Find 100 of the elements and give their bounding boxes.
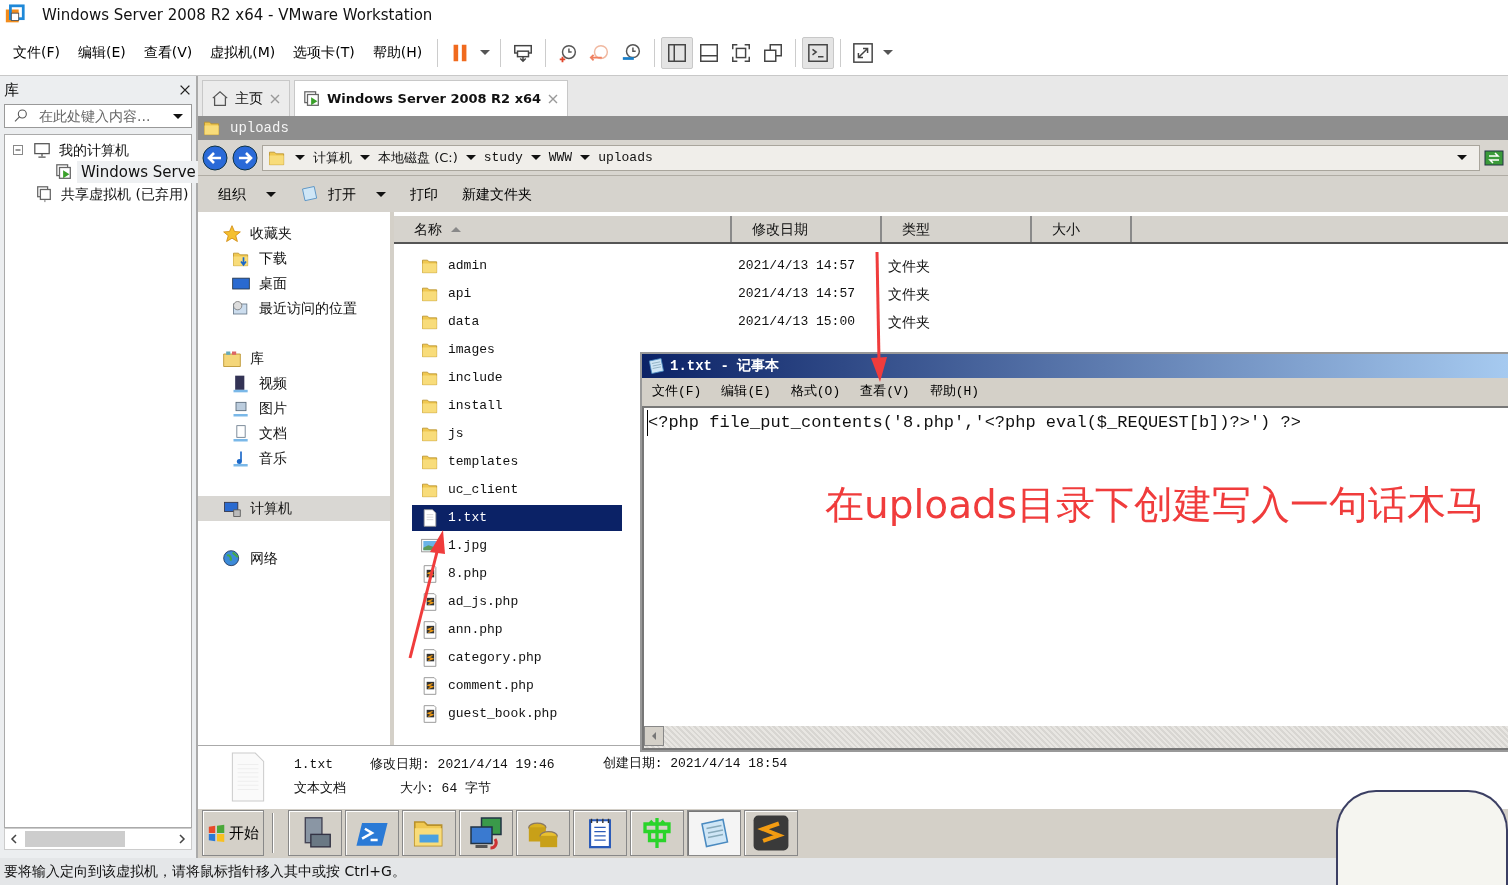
menu-item[interactable]: 编辑(E) xyxy=(711,382,781,402)
nav-item[interactable]: 视频 xyxy=(198,371,390,396)
menu-item[interactable]: 文件(F) xyxy=(642,382,712,402)
close-icon xyxy=(547,92,560,105)
nav-item[interactable]: 桌面 xyxy=(198,271,390,296)
file-item[interactable]: 1.txt xyxy=(412,505,622,531)
file-size: 大小: 64 字节 xyxy=(400,779,492,798)
file-item[interactable]: category.php xyxy=(412,645,622,671)
menu-item[interactable]: 文件(F) xyxy=(4,42,69,63)
status-text: 要将输入定向到该虚拟机，请将鼠标指针移入其中或按 Ctrl+G。 xyxy=(4,862,406,881)
sidebar-layout-icon xyxy=(666,41,689,64)
notepad-icon xyxy=(300,184,320,204)
file-item[interactable]: uc_client xyxy=(412,477,622,503)
file-item[interactable]: comment.php xyxy=(412,673,622,699)
column-heading[interactable]: 类型 xyxy=(882,216,1032,242)
file-name: 1.txt xyxy=(294,756,334,774)
scrollbar[interactable] xyxy=(644,726,1508,748)
nav-item[interactable]: 网络 xyxy=(198,546,390,571)
caret-icon xyxy=(360,155,370,160)
home-icon xyxy=(211,89,229,108)
monitor-icon xyxy=(33,141,51,159)
nav-item[interactable]: 收藏夹 xyxy=(198,221,390,246)
nav-item[interactable]: 文档 xyxy=(198,421,390,446)
taskbar-app[interactable] xyxy=(288,810,342,856)
scrollbar-thumb[interactable] xyxy=(25,831,125,847)
column-heading[interactable]: 名称 xyxy=(394,216,732,242)
caret-icon[interactable] xyxy=(480,50,491,55)
file-item[interactable]: install xyxy=(412,393,622,419)
table-cell-text: 2021/4/13 14:57 xyxy=(738,285,857,304)
chevron-right-icon xyxy=(177,833,187,845)
globe-icon xyxy=(222,548,242,569)
menu-item[interactable]: 编辑(E) xyxy=(69,42,135,63)
command-button[interactable]: 打印 xyxy=(398,183,450,205)
column-heading[interactable]: 修改日期 xyxy=(732,216,882,242)
caret-icon xyxy=(465,155,476,160)
breadcrumb-item[interactable]: uploads xyxy=(598,147,653,168)
file-item[interactable]: 8.php xyxy=(412,561,622,587)
file-item[interactable]: api xyxy=(412,281,622,307)
nav-item[interactable]: 最近访问的位置 xyxy=(198,296,390,321)
created-date: 创建日期: 2021/4/14 18:54 xyxy=(602,755,788,773)
breadcrumb-item[interactable]: study xyxy=(483,147,523,168)
tab[interactable]: Windows Server 2008 R2 x64 xyxy=(294,80,569,116)
tree-item[interactable]: Windows Serve xyxy=(77,161,200,183)
menu-item[interactable]: 查看(V) xyxy=(850,382,920,402)
menu-item[interactable]: 选项卡(T) xyxy=(284,42,364,63)
taskbar-app[interactable] xyxy=(459,810,513,856)
tree-item[interactable]: 我的计算机 xyxy=(55,139,133,161)
toolbar-button[interactable] xyxy=(661,36,694,69)
breadcrumb-item[interactable]: WWW xyxy=(548,147,573,168)
caret-icon[interactable] xyxy=(883,50,894,55)
tab[interactable]: 主页 xyxy=(202,80,290,116)
file-item[interactable]: ann.php xyxy=(412,617,622,643)
taskbar-app[interactable] xyxy=(573,810,627,856)
scrollbar[interactable] xyxy=(4,828,192,850)
menu-item[interactable]: 格式(O) xyxy=(780,382,851,402)
table-cell-text: 2021/4/13 14:57 xyxy=(738,257,857,276)
fullscreen-icon xyxy=(730,41,753,64)
nav-item[interactable]: 图片 xyxy=(198,396,390,421)
collapse-icon[interactable] xyxy=(13,145,23,155)
menu-item[interactable]: 查看(V) xyxy=(134,42,202,63)
command-button[interactable]: 组织 xyxy=(206,183,288,205)
file-type: 文本文档 xyxy=(294,779,346,798)
start-button[interactable]: 开始 xyxy=(202,810,264,856)
file-item[interactable]: images xyxy=(412,337,622,363)
nav-item[interactable]: 下载 xyxy=(198,246,390,271)
caret-icon xyxy=(295,155,305,160)
file-item[interactable]: templates xyxy=(412,449,622,475)
menu-item[interactable]: 虚拟机(M) xyxy=(201,42,285,63)
notepad-icon xyxy=(646,356,666,376)
file-item[interactable]: admin xyxy=(412,253,622,279)
menu-item[interactable]: 帮助(H) xyxy=(363,42,432,63)
search-field[interactable]: 在此处键入内容... xyxy=(4,104,192,128)
file-item[interactable]: guest_book.php xyxy=(412,701,622,727)
film-icon xyxy=(231,373,251,394)
column-heading[interactable]: 大小 xyxy=(1032,216,1132,242)
command-button[interactable]: 打开 xyxy=(288,183,398,205)
tree-item[interactable]: 共享虚拟机 (已弃用) xyxy=(57,183,193,205)
tab-label: 主页 xyxy=(235,89,263,108)
caret-icon xyxy=(1457,155,1467,160)
refresh-icon xyxy=(1484,147,1504,168)
nav-item[interactable]: 音乐 xyxy=(198,446,390,471)
back-icon xyxy=(202,144,228,171)
file-item[interactable]: ad_js.php xyxy=(412,589,622,615)
shared-vm-icon xyxy=(35,185,53,203)
menu-item[interactable]: 帮助(H) xyxy=(919,382,990,402)
close-icon[interactable] xyxy=(178,83,192,97)
breadcrumb-item[interactable]: 计算机 xyxy=(313,147,352,168)
file-item[interactable]: js xyxy=(412,421,622,447)
toolbar-button[interactable] xyxy=(802,36,835,69)
address-field[interactable]: 计算机 本地磁盘 (C:) study WWW uploads xyxy=(262,144,1480,171)
caret-icon xyxy=(530,155,541,160)
nav-item[interactable]: 计算机 xyxy=(198,496,390,521)
file-item[interactable]: data xyxy=(412,309,622,335)
panel-layout-icon xyxy=(698,41,721,64)
close-icon xyxy=(269,92,281,105)
file-item[interactable]: include xyxy=(412,365,622,391)
taskbar-app[interactable] xyxy=(744,810,798,856)
command-button[interactable]: 新建文件夹 xyxy=(450,183,544,205)
breadcrumb-item[interactable]: 本地磁盘 (C:) xyxy=(378,147,458,168)
nav-item[interactable]: 库 xyxy=(198,346,390,371)
